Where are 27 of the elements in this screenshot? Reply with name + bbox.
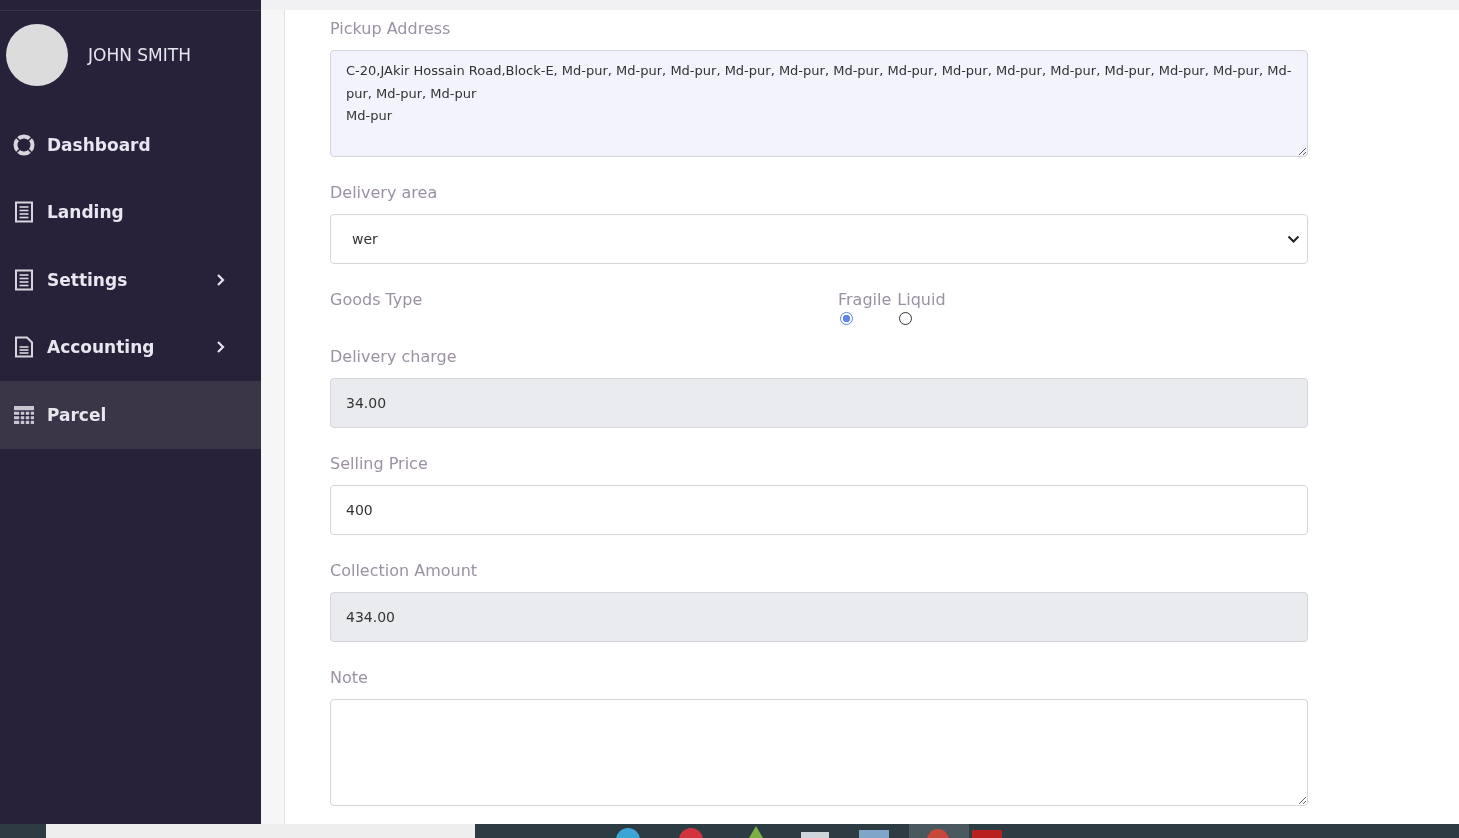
list-icon — [13, 268, 35, 291]
sidebar-item[interactable]: Landing — [0, 178, 261, 246]
field-label: Delivery area — [330, 182, 439, 204]
field-label: Delivery charge — [330, 346, 458, 368]
user-name: JOHN SMITH — [88, 45, 191, 65]
sidebar-item[interactable]: Accounting — [0, 313, 261, 381]
input-field[interactable]: 34.00 — [330, 378, 1308, 428]
sidebar-item[interactable]: Settings — [0, 246, 261, 314]
dropdown[interactable]: wer — [330, 214, 1308, 264]
chevron-down-icon — [1287, 234, 1300, 244]
text-area[interactable]: C-20,JAkir Hossain Road,Block-E, Md-pur, Md-pur, Md-pur, Md-pur, Md-pur, Md-pur, Md-pur, Md-pur, Md-pur, Md-pur, Md-pur, Md-pur, Md-pur, Md-pur, Md-pur, Md-pur Md-pur — [330, 50, 1308, 157]
field-label: Goods Type — [330, 289, 424, 311]
radio-button[interactable] — [840, 312, 853, 325]
field-label: Selling Price — [330, 453, 429, 475]
field-label: Collection Amount — [330, 560, 479, 582]
input-field[interactable]: 434.00 — [330, 592, 1308, 642]
grid-icon — [13, 404, 35, 425]
file-icon — [13, 336, 35, 359]
field-label: Note — [330, 667, 369, 689]
input-field[interactable]: 400 — [330, 485, 1308, 535]
radio-label: Fragile — [838, 289, 892, 311]
list-icon — [13, 201, 35, 224]
sidebar-item[interactable]: Dashboard — [0, 111, 261, 179]
field-label: Pickup Address — [330, 18, 452, 40]
lifebuoy-icon — [13, 133, 35, 156]
sidebar-item[interactable]: Parcel — [0, 381, 261, 449]
radio-label: Liquid — [897, 289, 946, 311]
